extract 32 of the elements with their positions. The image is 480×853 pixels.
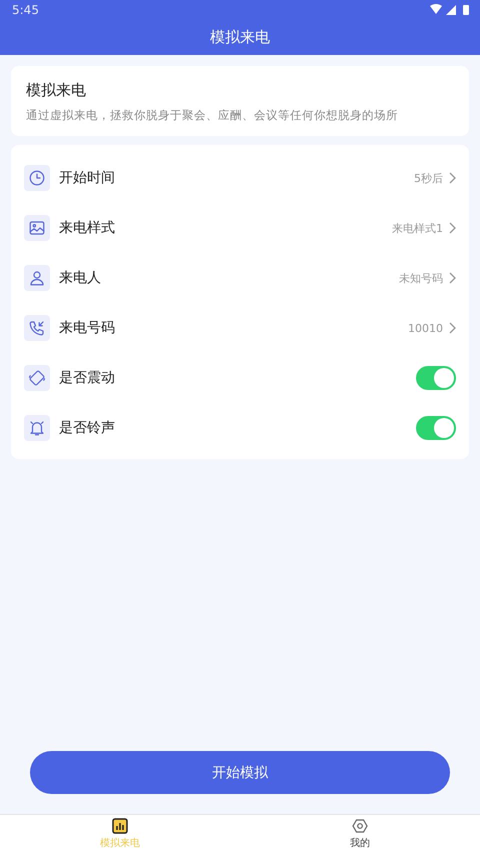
setting-label: 是否铃声 xyxy=(59,419,116,437)
vibrate-icon xyxy=(24,365,50,391)
nav-tab[interactable]: 模拟来电 xyxy=(0,815,240,853)
chevron-icon xyxy=(449,222,456,234)
phone-icon xyxy=(24,315,50,341)
setting-value[interactable]: 5秒后 xyxy=(414,170,443,186)
page-title: 模拟来电 xyxy=(210,28,270,47)
status-time: 5:45 xyxy=(12,3,39,17)
clock-icon xyxy=(24,165,50,191)
setting-label: 开始时间 xyxy=(59,169,116,187)
toggle-switch[interactable] xyxy=(416,366,456,390)
toggle-switch[interactable] xyxy=(416,416,456,440)
start-button[interactable]: 开始模拟 xyxy=(30,751,450,794)
setting-label: 来电人 xyxy=(59,269,102,287)
setting-value[interactable]: 来电样式1 xyxy=(392,220,443,236)
chart-icon xyxy=(112,818,128,834)
setting-label: 是否震动 xyxy=(59,369,116,387)
setting-label: 来电号码 xyxy=(59,319,116,337)
chevron-icon xyxy=(449,322,456,334)
settings-icon xyxy=(352,818,368,834)
chevron-icon xyxy=(449,272,456,284)
setting-label: 来电样式 xyxy=(59,219,116,237)
person-icon xyxy=(24,265,50,291)
setting-value[interactable]: 未知号码 xyxy=(399,270,443,286)
image-icon xyxy=(24,215,50,241)
status-icons xyxy=(430,4,472,16)
bell-icon xyxy=(24,415,50,441)
intro-description: 通过虚拟来电，拯救你脱身于聚会、应酬、会议等任何你想脱身的场所 xyxy=(26,108,399,123)
setting-value[interactable]: 10010 xyxy=(408,322,443,334)
chevron-icon xyxy=(449,172,456,184)
nav-tab[interactable]: 我的 xyxy=(240,815,480,853)
intro-title: 模拟来电 xyxy=(26,81,87,100)
